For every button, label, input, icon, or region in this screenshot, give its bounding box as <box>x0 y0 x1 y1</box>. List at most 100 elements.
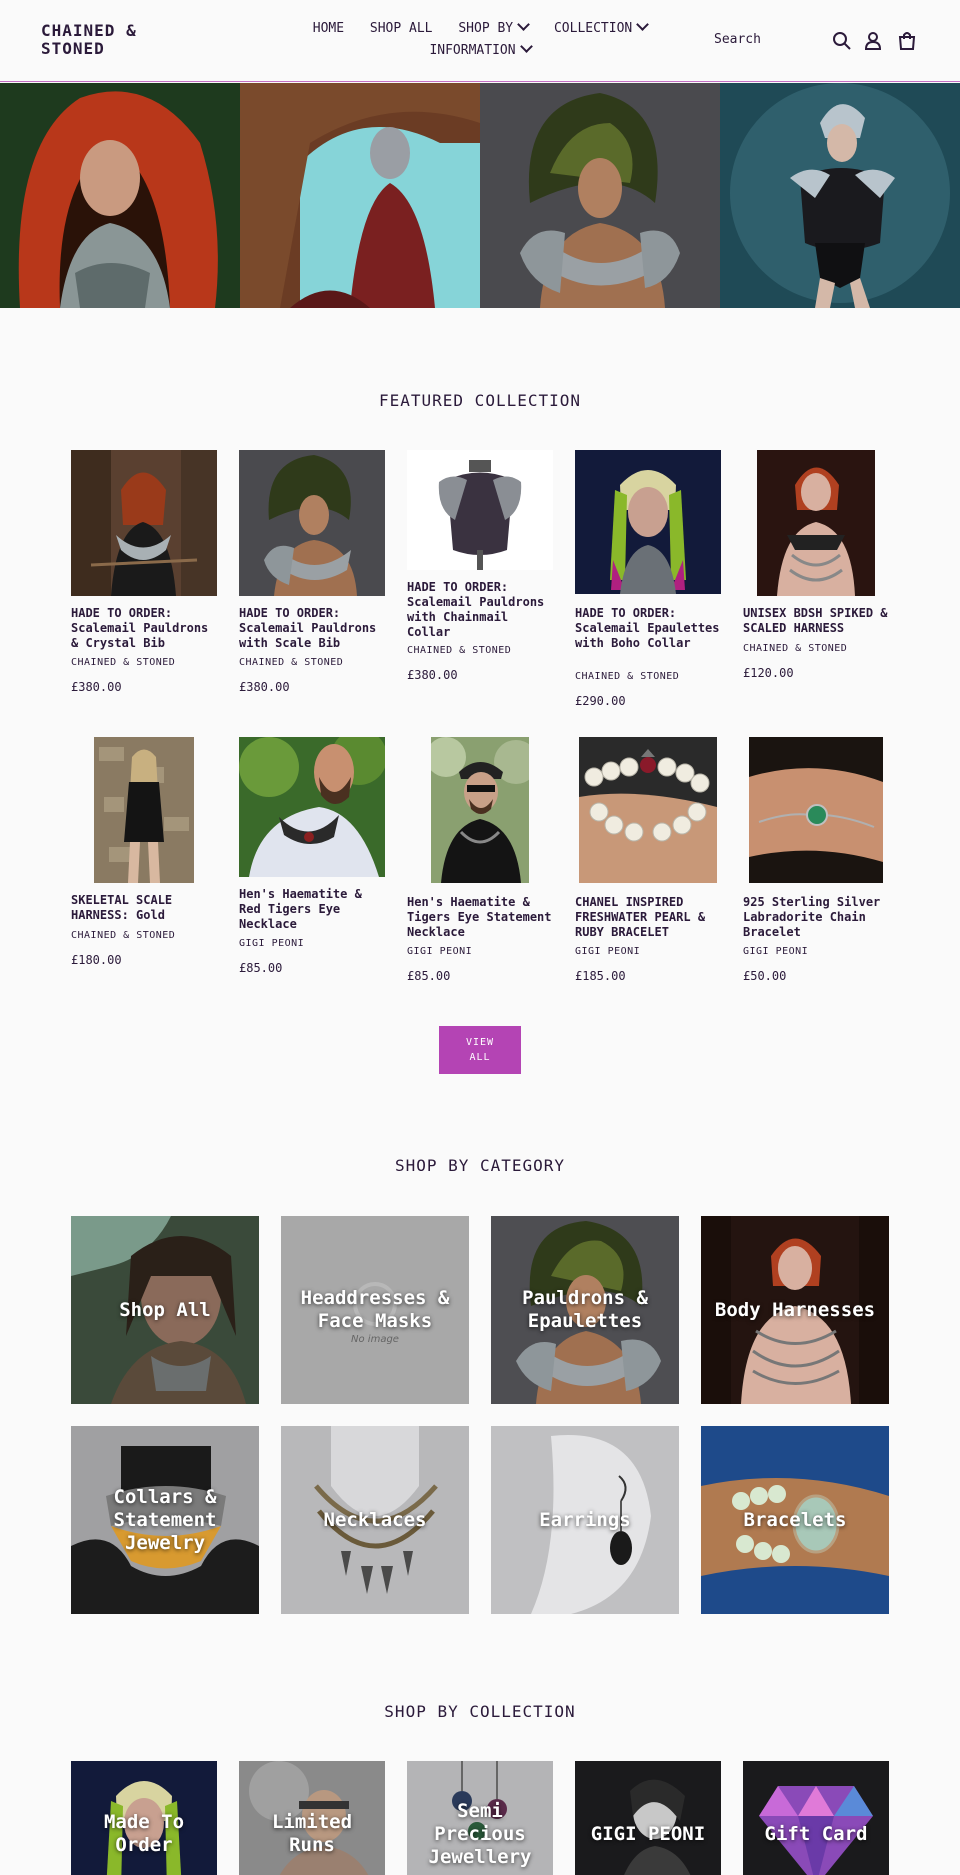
product-price: £380.00 <box>407 668 458 682</box>
hero-image <box>240 83 480 308</box>
product-price: £185.00 <box>575 969 626 983</box>
nav-shop-by-label: SHOP BY <box>458 21 514 36</box>
product-title[interactable]: HADE TO ORDER: Scalemail Epaulettes with… <box>575 606 725 651</box>
product-card[interactable]: Hen's Haematite & Tigers Eye Statement N… <box>407 737 553 987</box>
category-label: Body Harnesses <box>714 1298 876 1321</box>
product-vendor: CHAINED & STONED <box>71 930 176 941</box>
product-image[interactable] <box>71 450 217 596</box>
product-title[interactable]: 925 Sterling Silver Labradorite Chain Br… <box>743 895 893 940</box>
product-price: £380.00 <box>71 680 122 694</box>
hero-image <box>0 83 240 308</box>
product-card[interactable]: CHANEL INSPIRED FRESHWATER PEARL & RUBY … <box>575 737 721 987</box>
featured-collection-title: FEATURED COLLECTION <box>378 391 582 410</box>
product-image[interactable] <box>575 450 721 594</box>
category-label: Necklaces <box>323 1508 427 1531</box>
product-vendor: CHAINED & STONED <box>575 671 680 682</box>
product-card[interactable]: UNISEX BDSH SPIKED & SCALED HARNESS CHAI… <box>743 450 889 700</box>
product-card[interactable]: HADE TO ORDER: Scalemail Pauldrons with … <box>407 450 553 700</box>
product-image[interactable] <box>757 450 875 596</box>
product-title[interactable]: Hen's Haematite & Red Tigers Eye Necklac… <box>239 887 389 932</box>
product-price: £85.00 <box>239 961 283 975</box>
product-vendor: GIGI PEONI <box>575 946 641 957</box>
hero-banner <box>0 83 960 308</box>
product-image[interactable] <box>579 737 717 883</box>
nav-information[interactable]: INFORMATION <box>429 40 533 62</box>
product-title[interactable]: UNISEX BDSH SPIKED & SCALED HARNESS <box>743 606 893 636</box>
product-card[interactable]: HADE TO ORDER: Scalemail Pauldrons with … <box>239 450 385 700</box>
product-vendor: GIGI PEONI <box>743 946 809 957</box>
product-vendor: CHAINED & STONED <box>743 643 848 654</box>
product-image[interactable] <box>407 450 553 570</box>
shop-by-collection-title: SHOP BY COLLECTION <box>384 1702 576 1721</box>
product-price: £120.00 <box>743 666 794 680</box>
category-tile-body-harnesses[interactable]: Body Harnesses <box>701 1216 889 1404</box>
product-card[interactable]: HADE TO ORDER: Scalemail Pauldrons & Cry… <box>71 450 217 700</box>
product-title[interactable]: Hen's Haematite & Tigers Eye Statement N… <box>407 895 557 940</box>
category-label: Collars & Statement Jewelry <box>113 1485 217 1554</box>
product-image[interactable] <box>239 450 385 596</box>
search-label[interactable]: Search <box>714 32 761 47</box>
site-header: CHAINED & STONED HOME SHOP ALL SHOP BY C… <box>0 0 960 82</box>
main-nav: HOME SHOP ALL SHOP BY COLLECTION INFORMA… <box>290 18 670 62</box>
site-logo[interactable]: CHAINED & STONED <box>41 22 151 58</box>
collection-label: GIGI PEONI <box>590 1822 706 1845</box>
nav-collection-label: COLLECTION <box>553 21 633 36</box>
product-vendor: GIGI PEONI <box>239 938 305 949</box>
nav-collection[interactable]: COLLECTION <box>553 18 650 40</box>
nav-shop-all[interactable]: SHOP ALL <box>370 18 433 40</box>
collection-tile-gift-card[interactable]: Gift Card <box>743 1761 889 1875</box>
product-image[interactable] <box>94 737 194 883</box>
category-label: Bracelets <box>743 1508 847 1531</box>
product-price: £85.00 <box>407 969 451 983</box>
category-tile-shop-all[interactable]: Shop All <box>71 1216 259 1404</box>
category-tile-bracelets[interactable]: Bracelets <box>701 1426 889 1614</box>
nav-shop-by[interactable]: SHOP BY <box>458 18 531 40</box>
chevron-down-icon <box>517 18 531 31</box>
collection-label: Gift Card <box>764 1822 868 1845</box>
chevron-down-icon <box>519 40 533 53</box>
product-vendor: CHAINED & STONED <box>407 645 512 656</box>
product-card[interactable]: HADE TO ORDER: Scalemail Epaulettes with… <box>575 450 721 720</box>
product-title[interactable]: SKELETAL SCALE HARNESS: Gold <box>71 893 221 923</box>
collection-label: Made To Order <box>103 1811 185 1856</box>
collection-tile-limited-runs[interactable]: Limited Runs <box>239 1761 385 1875</box>
collection-label: Semi Precious Jewellery <box>428 1799 532 1868</box>
nav-home[interactable]: HOME <box>313 18 344 40</box>
product-title[interactable]: HADE TO ORDER: Scalemail Pauldrons with … <box>239 606 389 651</box>
product-vendor: GIGI PEONI <box>407 946 473 957</box>
category-label: Shop All <box>119 1298 211 1321</box>
product-title[interactable]: HADE TO ORDER: Scalemail Pauldrons & Cry… <box>71 606 221 651</box>
collection-tile-semi-precious[interactable]: Semi Precious Jewellery <box>407 1761 553 1875</box>
collection-label: Limited Runs <box>271 1811 353 1856</box>
shop-by-category-title: SHOP BY CATEGORY <box>394 1156 566 1175</box>
product-card[interactable]: Hen's Haematite & Red Tigers Eye Necklac… <box>239 737 385 987</box>
product-image[interactable] <box>431 737 529 883</box>
cart-icon[interactable] <box>896 30 918 52</box>
hero-image <box>480 83 720 308</box>
product-card[interactable]: 925 Sterling Silver Labradorite Chain Br… <box>743 737 889 987</box>
product-vendor: CHAINED & STONED <box>71 657 176 668</box>
category-label: Headdresses & Face Masks <box>300 1287 450 1332</box>
category-tile-earrings[interactable]: Earrings <box>491 1426 679 1614</box>
category-tile-headdresses[interactable]: No image Headdresses & Face Masks <box>281 1216 469 1404</box>
view-all-button[interactable]: VIEW ALL <box>439 1026 521 1074</box>
collection-tile-gigi-peoni[interactable]: GIGI PEONI <box>575 1761 721 1875</box>
category-tile-necklaces[interactable]: Necklaces <box>281 1426 469 1614</box>
product-price: £290.00 <box>575 694 626 708</box>
product-price: £50.00 <box>743 969 787 983</box>
product-price: £380.00 <box>239 680 290 694</box>
account-icon[interactable] <box>862 30 884 52</box>
search-icon[interactable] <box>831 30 853 52</box>
product-title[interactable]: CHANEL INSPIRED FRESHWATER PEARL & RUBY … <box>575 895 725 940</box>
product-image[interactable] <box>239 737 385 877</box>
product-card[interactable]: SKELETAL SCALE HARNESS: Gold CHAINED & S… <box>71 737 217 977</box>
product-price: £180.00 <box>71 953 122 967</box>
category-tile-pauldrons[interactable]: Pauldrons & Epaulettes <box>491 1216 679 1404</box>
product-image[interactable] <box>749 737 883 883</box>
chevron-down-icon <box>636 18 650 31</box>
product-title[interactable]: HADE TO ORDER: Scalemail Pauldrons with … <box>407 580 557 640</box>
category-label: Pauldrons & Epaulettes <box>522 1287 648 1332</box>
nav-information-label: INFORMATION <box>429 43 516 58</box>
collection-tile-made-to-order[interactable]: Made To Order <box>71 1761 217 1875</box>
category-tile-collars[interactable]: Collars & Statement Jewelry <box>71 1426 259 1614</box>
